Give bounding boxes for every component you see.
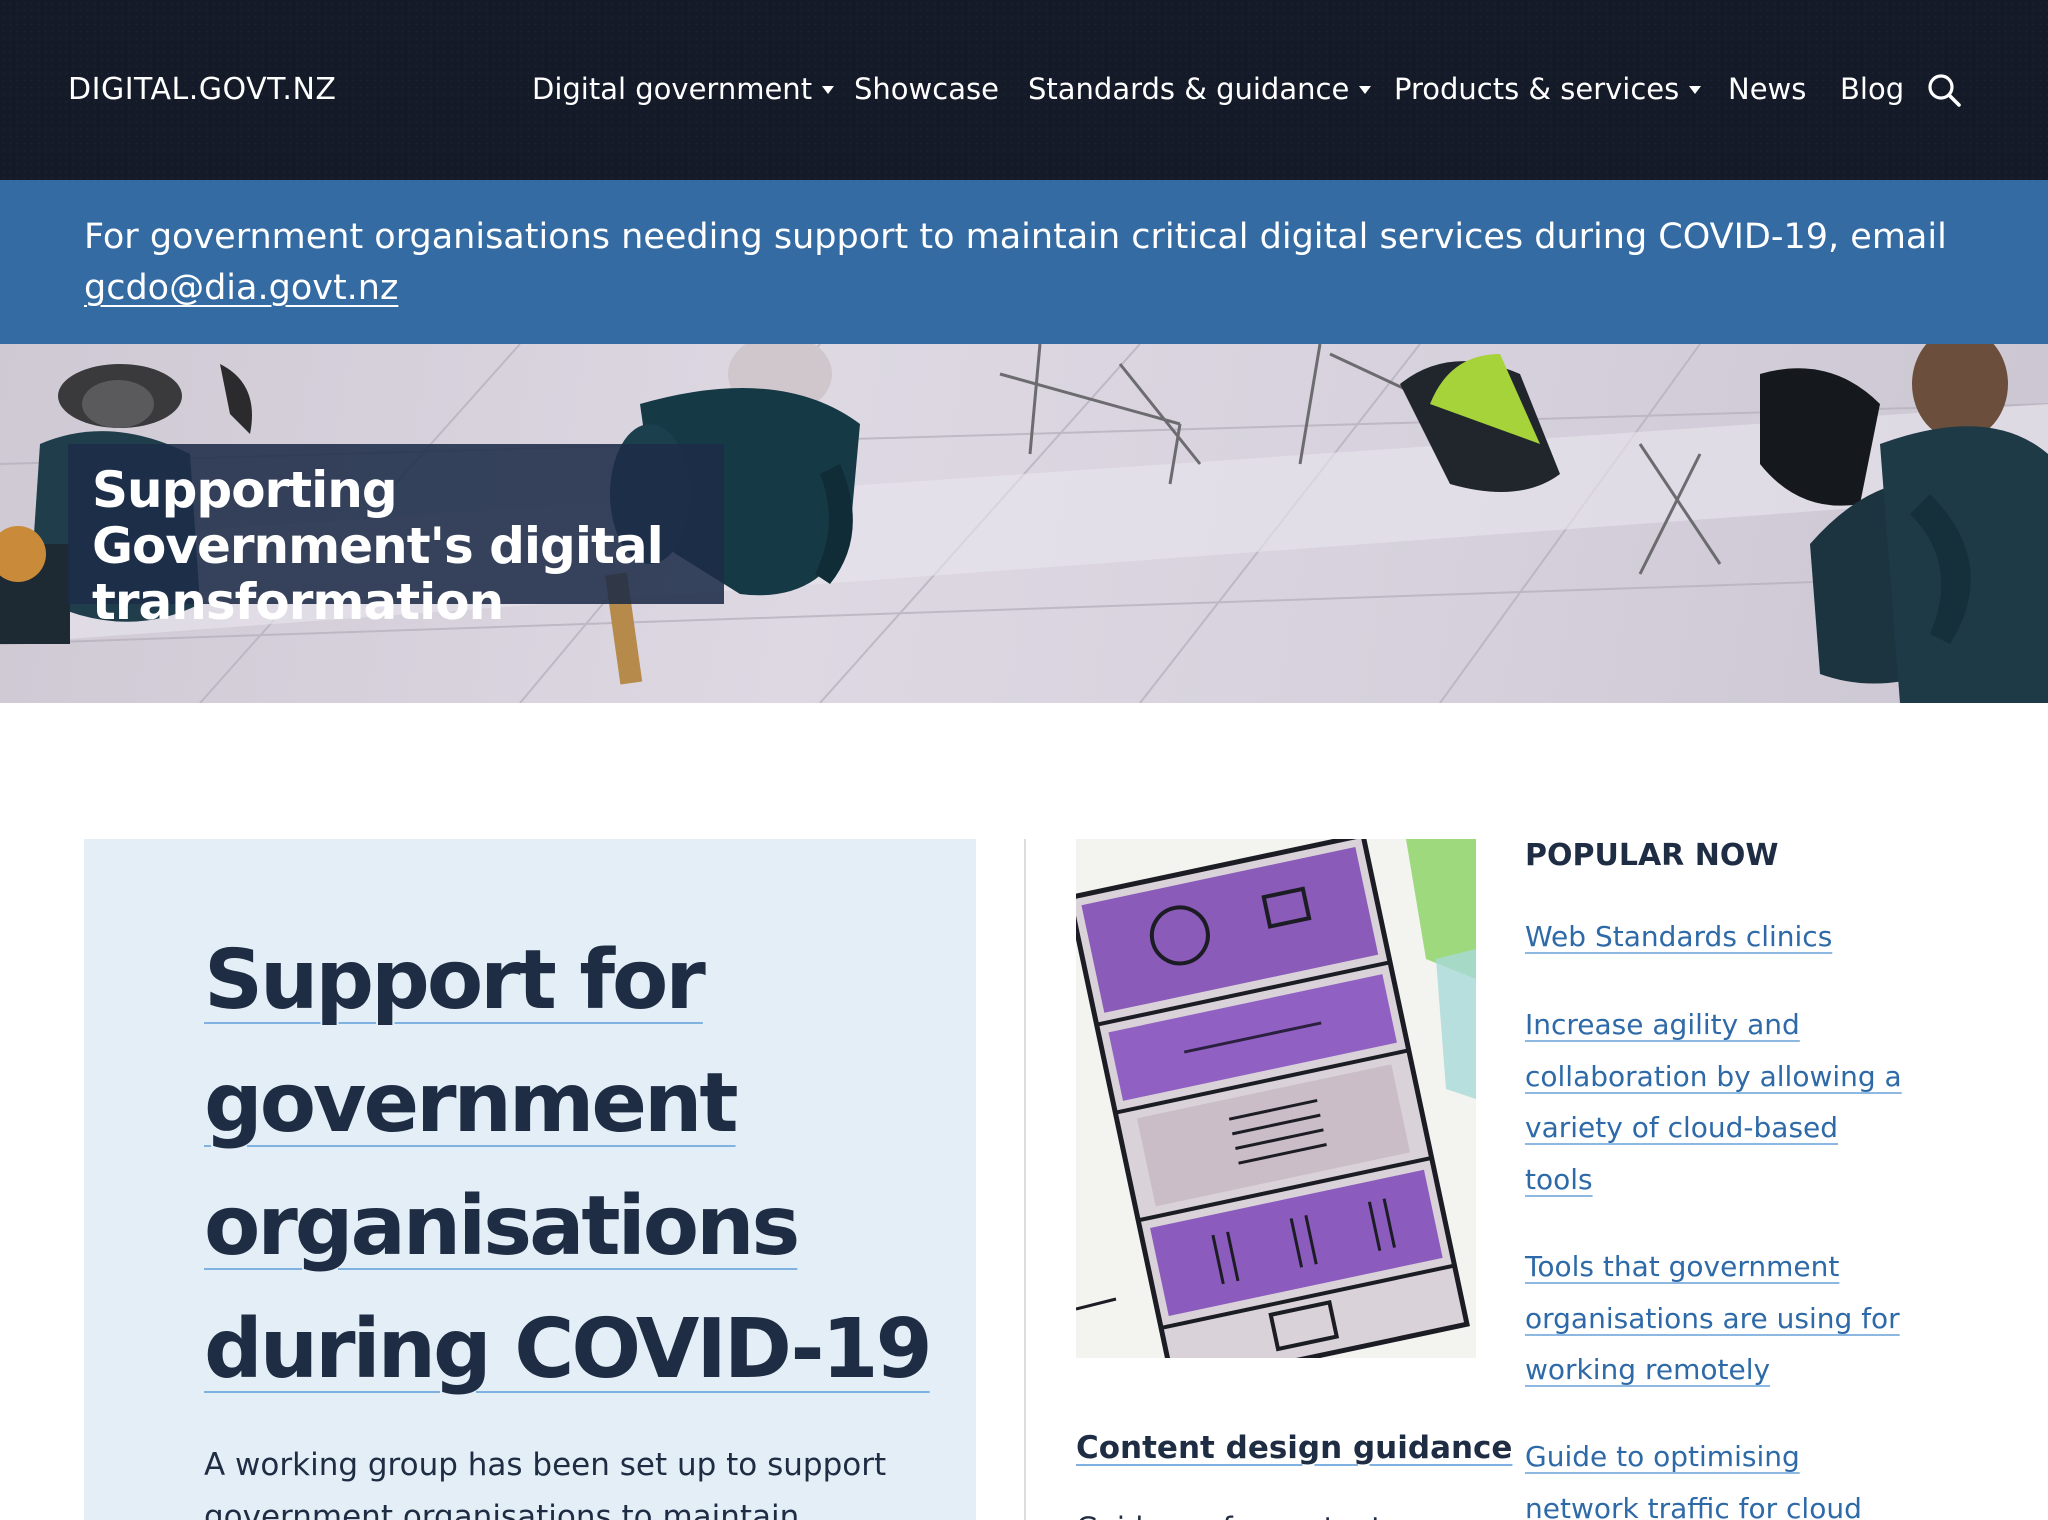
hero-banner: Supporting Government's digital transfor… bbox=[0, 344, 2048, 703]
nav-item-label: Products & services bbox=[1394, 72, 1680, 106]
popular-link-cloud-tools[interactable]: Increase agility and bbox=[1525, 1008, 1800, 1041]
content-design-title-link[interactable]: Content design guidance bbox=[1076, 1428, 1512, 1468]
nav-item-label: Digital government bbox=[532, 72, 813, 106]
feature-title-line: Support for bbox=[204, 933, 706, 1028]
popular-link-remote-tools[interactable]: organisations are using for bbox=[1525, 1302, 1900, 1335]
column-divider bbox=[1024, 839, 1026, 1520]
hero-title: Supporting Government's digital transfor… bbox=[92, 461, 664, 631]
popular-link-network-traffic[interactable]: network traffic for cloud bbox=[1525, 1492, 1862, 1520]
nav-item-showcase[interactable]: Showcase bbox=[854, 72, 999, 106]
popular-item: Guide to optimising network traffic for … bbox=[1525, 1431, 1925, 1520]
site-header: DIGITAL.GOVT.NZ Digital government Showc… bbox=[0, 0, 2048, 180]
popular-link-remote-tools[interactable]: Tools that government bbox=[1525, 1250, 1839, 1283]
feature-title-line: government bbox=[204, 1056, 739, 1151]
alert-email-link[interactable]: gcdo@dia.govt.nz bbox=[84, 268, 398, 308]
popular-link-cloud-tools[interactable]: tools bbox=[1525, 1163, 1593, 1196]
caret-down-icon bbox=[1689, 86, 1702, 94]
popular-item: Web Standards clinics bbox=[1525, 911, 1925, 963]
alert-text: For government organisations needing sup… bbox=[84, 217, 1947, 257]
nav-item-blog[interactable]: Blog bbox=[1840, 72, 1904, 106]
caret-down-icon bbox=[1359, 86, 1372, 94]
feature-card-covid-support: Support for government organisations dur… bbox=[84, 839, 976, 1520]
popular-now-heading: POPULAR NOW bbox=[1525, 838, 1779, 873]
popular-link-cloud-tools[interactable]: collaboration by allowing a bbox=[1525, 1060, 1902, 1093]
popular-link-web-standards-clinics[interactable]: Web Standards clinics bbox=[1525, 920, 1832, 953]
popular-item: Increase agility and collaboration by al… bbox=[1525, 999, 1925, 1205]
content-design-image[interactable] bbox=[1076, 839, 1476, 1358]
wireframe-sketch-image bbox=[1076, 839, 1476, 1358]
nav-item-label: Standards & guidance bbox=[1028, 72, 1350, 106]
search-icon bbox=[1928, 74, 1961, 107]
feature-title-line: organisations bbox=[204, 1179, 800, 1274]
nav-item-label: News bbox=[1728, 72, 1807, 106]
covid-alert-banner: For government organisations needing sup… bbox=[0, 180, 2048, 344]
alert-message: For government organisations needing sup… bbox=[84, 212, 1964, 314]
search-button[interactable] bbox=[1926, 72, 1962, 108]
feature-description: A working group has been set up to suppo… bbox=[204, 1447, 887, 1520]
hero-title-box: Supporting Government's digital transfor… bbox=[68, 444, 724, 630]
popular-link-network-traffic[interactable]: Guide to optimising bbox=[1525, 1440, 1800, 1473]
nav-item-label: Blog bbox=[1840, 72, 1905, 106]
popular-item: Tools that government organisations are … bbox=[1525, 1241, 1925, 1396]
nav-item-label: Showcase bbox=[854, 72, 999, 106]
nav-item-products-services[interactable]: Products & services bbox=[1394, 72, 1702, 106]
popular-link-cloud-tools[interactable]: variety of cloud-based bbox=[1525, 1111, 1838, 1144]
nav-item-standards-guidance[interactable]: Standards & guidance bbox=[1028, 72, 1372, 106]
feature-title-link[interactable]: Support for government organisations dur… bbox=[204, 919, 944, 1411]
nav-item-news[interactable]: News bbox=[1728, 72, 1806, 106]
caret-down-icon bbox=[822, 86, 835, 94]
popular-link-remote-tools[interactable]: working remotely bbox=[1525, 1353, 1770, 1386]
nav-item-digital-government[interactable]: Digital government bbox=[532, 72, 835, 106]
content-design-description: Guidance for content bbox=[1076, 1504, 1466, 1520]
feature-title-line: during COVID-19 bbox=[204, 1302, 933, 1397]
site-logo[interactable]: DIGITAL.GOVT.NZ bbox=[68, 72, 336, 107]
